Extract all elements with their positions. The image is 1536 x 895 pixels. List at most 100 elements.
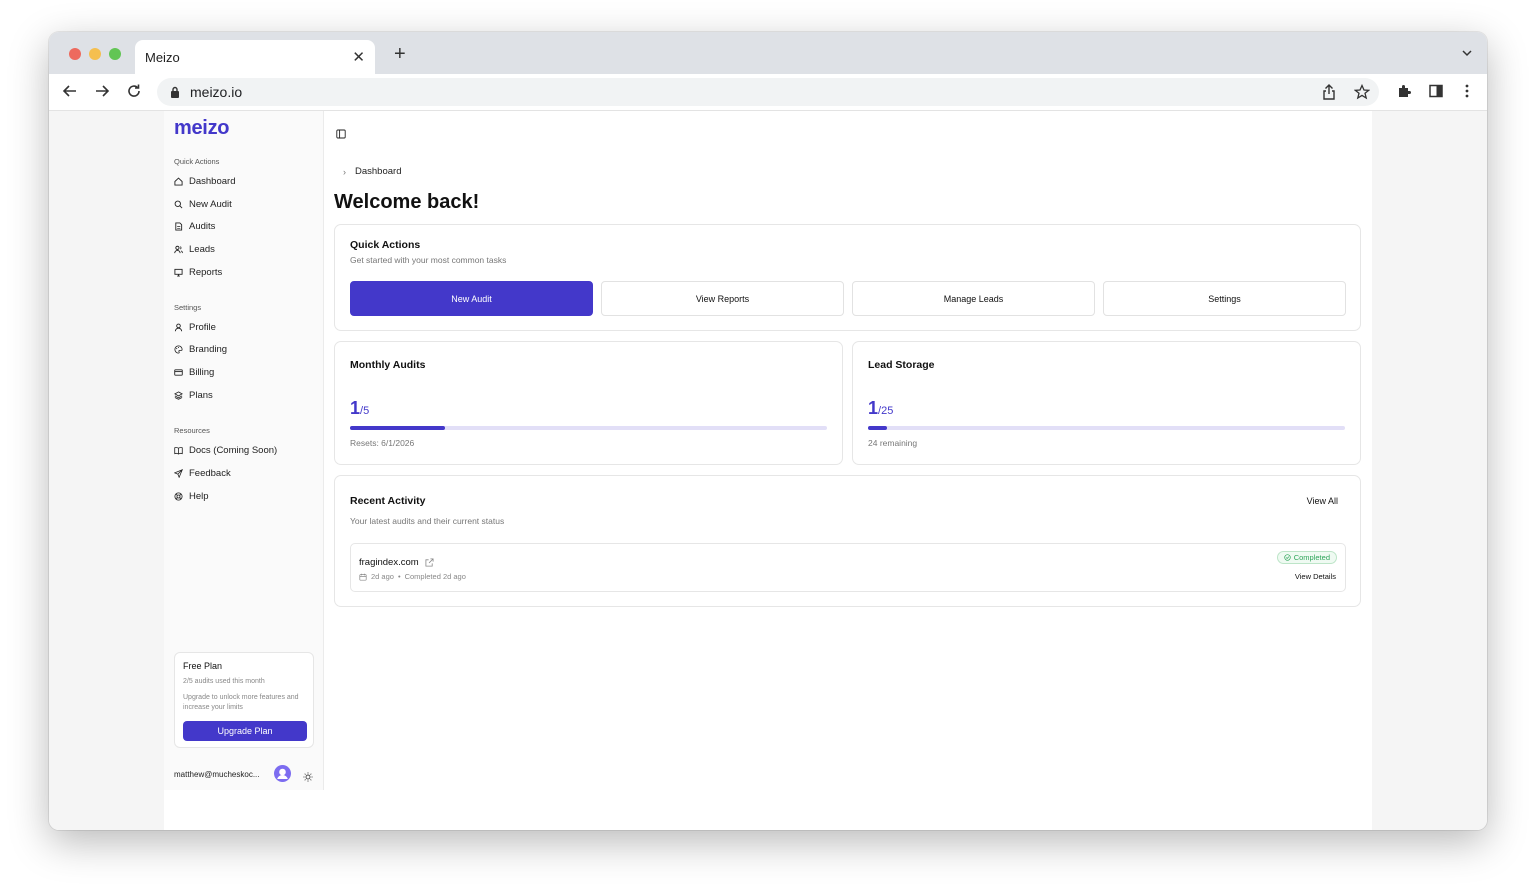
browser-tab[interactable]: Meizo ✕ [135, 40, 375, 74]
browser-window: Meizo ✕ + meizo.io meizo Quick Actions D… [49, 32, 1487, 830]
sidebar-toggle-icon[interactable] [336, 126, 346, 144]
external-link-icon[interactable] [425, 558, 434, 567]
bookmark-star-icon[interactable] [1353, 83, 1371, 105]
lead-storage-title: Lead Storage [868, 359, 935, 371]
document-icon [175, 221, 183, 231]
new-tab-icon[interactable]: + [394, 44, 406, 64]
lead-storage-progress-fill [868, 426, 888, 430]
sidebar-item-help[interactable]: Help [174, 488, 209, 504]
sidebar-item-label: New Audit [189, 198, 232, 210]
section-label-resources: Resources [174, 426, 210, 435]
plan-title: Free Plan [183, 661, 223, 671]
sidebar-item-label: Profile [189, 321, 216, 333]
sidebar-item-plans[interactable]: Plans [174, 387, 213, 403]
monthly-audits-progress-fill [350, 426, 446, 430]
home-icon [174, 176, 183, 186]
recent-activity-subtitle: Your latest audits and their current sta… [350, 516, 505, 526]
status-badge-label: Completed [1293, 553, 1330, 562]
sidebar-item-audits[interactable]: Audits [174, 218, 215, 234]
minimize-window-button[interactable] [89, 48, 101, 60]
tab-close-icon[interactable]: ✕ [352, 48, 365, 66]
sidebar: meizo Quick Actions Dashboard New Audit … [164, 111, 324, 790]
section-label-settings: Settings [174, 303, 202, 312]
search-icon [174, 200, 183, 208]
lead-storage-remaining: 24 remaining [868, 438, 918, 448]
users-icon [174, 245, 183, 253]
tab-search-chevron-icon[interactable] [1461, 46, 1473, 64]
quick-actions-title: Quick Actions [350, 239, 421, 251]
view-reports-button[interactable]: View Reports [601, 281, 844, 316]
maximize-window-button[interactable] [109, 48, 121, 60]
activity-completed: Completed 2d ago [404, 572, 466, 581]
sidebar-item-feedback[interactable]: Feedback [174, 465, 231, 481]
lead-storage-used: 1 [868, 398, 879, 418]
monthly-audits-limit: /5 [360, 405, 370, 417]
logo[interactable]: meizo [174, 117, 229, 140]
back-icon[interactable] [62, 83, 78, 104]
sidebar-item-branding[interactable]: Branding [174, 341, 227, 357]
quick-actions-card: Quick Actions Get started with your most… [334, 224, 1361, 331]
tab-title: Meizo [145, 50, 180, 65]
settings-button[interactable]: Settings [1103, 281, 1346, 316]
credit-card-icon [174, 368, 183, 376]
page-viewport: meizo Quick Actions Dashboard New Audit … [49, 111, 1487, 830]
tab-strip: Meizo ✕ + [49, 32, 1487, 74]
extensions-puzzle-icon[interactable] [1396, 83, 1412, 104]
browser-toolbar: meizo.io [49, 74, 1487, 111]
recent-activity-title: Recent Activity [350, 495, 426, 507]
monthly-audits-progress [350, 426, 827, 430]
sidebar-item-label: Docs (Coming Soon) [189, 444, 278, 456]
url-text: meizo.io [190, 84, 243, 100]
manage-leads-button[interactable]: Manage Leads [852, 281, 1095, 316]
view-all-link[interactable]: View All [1307, 496, 1338, 506]
activity-created: 2d ago [371, 572, 394, 581]
breadcrumb-chevron-icon: › [343, 167, 346, 177]
list-item: fragindex.com 2d ago • Completed 2d ago … [350, 543, 1346, 592]
sidebar-item-label: Reports [189, 266, 223, 278]
sidebar-item-reports[interactable]: Reports [174, 264, 222, 280]
sidebar-item-dashboard[interactable]: Dashboard [174, 173, 235, 189]
sidebar-item-new-audit[interactable]: New Audit [174, 196, 232, 212]
sidebar-item-label: Dashboard [189, 175, 236, 187]
forward-icon[interactable] [94, 83, 110, 104]
section-label-quick-actions: Quick Actions [174, 157, 220, 166]
monthly-audits-title: Monthly Audits [350, 359, 426, 371]
view-details-link[interactable]: View Details [1295, 572, 1336, 581]
more-menu-icon[interactable] [1459, 83, 1475, 104]
send-icon [174, 468, 183, 478]
lead-storage-card: Lead Storage 1/25 24 remaining [852, 341, 1361, 465]
avatar[interactable] [274, 765, 291, 782]
lead-storage-limit: /25 [878, 405, 894, 417]
address-bar[interactable]: meizo.io [157, 78, 1379, 106]
new-audit-button[interactable]: New Audit [350, 281, 593, 316]
share-icon[interactable] [1322, 84, 1336, 105]
sidebar-item-docs[interactable]: Docs (Coming Soon) [174, 442, 277, 458]
activity-separator: • [397, 572, 401, 581]
app-root: meizo Quick Actions Dashboard New Audit … [164, 111, 1372, 830]
presentation-icon [174, 268, 183, 277]
sidebar-item-label: Branding [189, 343, 228, 355]
status-badge: Completed [1276, 551, 1337, 564]
close-window-button[interactable] [69, 48, 81, 60]
sidebar-item-label: Leads [189, 243, 215, 255]
theme-toggle-sun-icon[interactable] [303, 769, 313, 787]
sidebar-item-leads[interactable]: Leads [174, 241, 215, 257]
side-panel-icon[interactable] [1428, 83, 1444, 104]
monthly-audits-card: Monthly Audits 1/5 Resets: 6/1/2026 [334, 341, 843, 465]
sidebar-item-label: Billing [189, 366, 215, 378]
monthly-audits-count: 1/5 [350, 398, 369, 419]
activity-domain-label: fragindex.com [359, 557, 419, 568]
calendar-icon [359, 573, 367, 581]
book-icon [174, 446, 183, 455]
upgrade-plan-button[interactable]: Upgrade Plan [183, 721, 307, 741]
sidebar-item-profile[interactable]: Profile [174, 319, 216, 335]
user-avatar-icon [277, 768, 288, 779]
reload-icon[interactable] [126, 83, 142, 104]
monthly-audits-used: 1 [350, 398, 361, 418]
sidebar-item-label: Audits [189, 220, 216, 232]
breadcrumb[interactable]: Dashboard [355, 166, 401, 177]
user-email[interactable]: matthew@mucheskoc... [174, 770, 259, 779]
sidebar-item-billing[interactable]: Billing [174, 364, 214, 380]
sidebar-item-label: Feedback [189, 467, 231, 479]
recent-activity-card: Recent Activity Your latest audits and t… [334, 475, 1361, 607]
